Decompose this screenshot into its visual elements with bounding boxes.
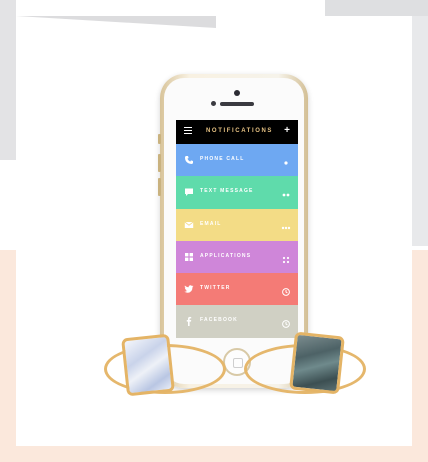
clock-icon[interactable] xyxy=(281,284,291,297)
earpiece-speaker xyxy=(220,102,254,106)
background-right-strip xyxy=(412,16,428,246)
row-label: PHONE CALL xyxy=(200,156,245,162)
volume-down-button xyxy=(158,178,161,196)
double-dot-icon[interactable] xyxy=(281,187,291,197)
proximity-sensor xyxy=(211,101,216,106)
background-top-strip xyxy=(325,0,428,16)
notification-row-phone-call[interactable]: PHONE CALL xyxy=(176,144,298,177)
notification-row-twitter[interactable]: TWITTER xyxy=(176,273,298,306)
add-button[interactable]: + xyxy=(284,125,290,136)
twitter-icon xyxy=(184,284,194,294)
notification-row-applications[interactable]: APPLICATIONS xyxy=(176,240,298,274)
chat-icon xyxy=(184,187,194,197)
facebook-icon xyxy=(184,316,194,327)
dot-icon[interactable] xyxy=(281,155,291,165)
triple-dot-icon[interactable] xyxy=(281,220,291,230)
row-label: TEXT MESSAGE xyxy=(200,188,254,195)
app-header: NOTIFICATIONS + xyxy=(176,120,298,144)
labradorite-ring-gem xyxy=(289,331,345,395)
row-label: FACEBOOK xyxy=(200,317,238,324)
notification-row-email[interactable]: EMAIL xyxy=(176,208,298,241)
phone-face: NOTIFICATIONS + PHONE CALL TEXT MESSAGE xyxy=(164,78,304,384)
front-camera xyxy=(234,90,240,96)
volume-up-button xyxy=(158,154,161,172)
grid-icon xyxy=(184,252,194,262)
phone-icon xyxy=(184,155,194,165)
notification-row-facebook[interactable]: FACEBOOK xyxy=(176,305,298,338)
grid-small-icon[interactable] xyxy=(281,252,291,263)
mail-icon xyxy=(184,220,194,230)
app-screen: NOTIFICATIONS + PHONE CALL TEXT MESSAGE xyxy=(176,120,298,338)
moonstone-ring-gem xyxy=(121,333,175,397)
clock-icon[interactable] xyxy=(281,316,291,329)
row-label: TWITTER xyxy=(200,285,231,292)
row-label: APPLICATIONS xyxy=(200,252,252,259)
menu-icon[interactable] xyxy=(184,127,192,135)
background-left-strip xyxy=(0,0,16,160)
mute-switch xyxy=(158,134,161,144)
row-label: EMAIL xyxy=(200,220,222,227)
frame-corner-shadow xyxy=(16,16,216,28)
notification-row-text-message[interactable]: TEXT MESSAGE xyxy=(176,176,298,209)
phone-device: NOTIFICATIONS + PHONE CALL TEXT MESSAGE xyxy=(158,74,308,388)
header-title: NOTIFICATIONS xyxy=(206,128,274,134)
